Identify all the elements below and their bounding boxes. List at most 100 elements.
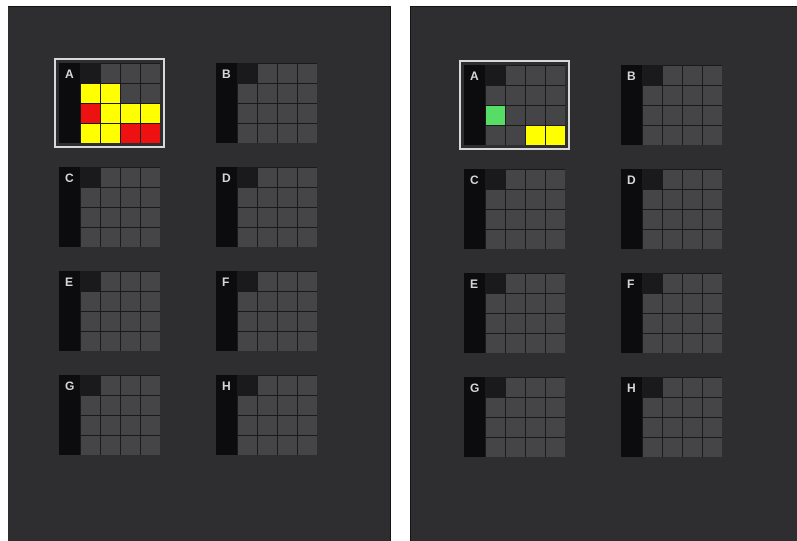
pad-off[interactable]: [101, 228, 120, 247]
pad-off[interactable]: [238, 396, 257, 415]
pad-off[interactable]: [298, 228, 317, 247]
pad-off[interactable]: [258, 332, 277, 351]
pad-off[interactable]: [258, 228, 277, 247]
pad-off[interactable]: [546, 230, 565, 249]
pad-off[interactable]: [298, 272, 317, 291]
pad-off[interactable]: [546, 66, 565, 85]
pad-off[interactable]: [486, 126, 505, 145]
pad-off[interactable]: [506, 294, 525, 313]
pad-off[interactable]: [546, 398, 565, 417]
pad-off[interactable]: [121, 436, 140, 455]
pad-off[interactable]: [526, 314, 545, 333]
pad-off[interactable]: [683, 294, 702, 313]
pad-group-f[interactable]: F: [216, 271, 317, 351]
pad-off[interactable]: [546, 210, 565, 229]
pad-off[interactable]: [683, 378, 702, 397]
pad-group-a[interactable]: A: [54, 58, 165, 148]
pad-yellow[interactable]: [101, 104, 120, 123]
pad-off[interactable]: [298, 124, 317, 143]
pad-off[interactable]: [258, 84, 277, 103]
pad-off[interactable]: [101, 436, 120, 455]
pad-off[interactable]: [81, 188, 100, 207]
pad-off[interactable]: [643, 230, 662, 249]
pad-off[interactable]: [298, 208, 317, 227]
pad-yellow[interactable]: [121, 104, 140, 123]
pad-off[interactable]: [278, 228, 297, 247]
pad-off[interactable]: [526, 86, 545, 105]
pad-off[interactable]: [703, 314, 722, 333]
pad-off[interactable]: [298, 84, 317, 103]
pad-off[interactable]: [703, 66, 722, 85]
pad-yellow[interactable]: [101, 124, 120, 143]
pad-off[interactable]: [703, 378, 722, 397]
pad-off[interactable]: [683, 106, 702, 125]
pad-off[interactable]: [643, 190, 662, 209]
pad-off[interactable]: [101, 312, 120, 331]
pad-off[interactable]: [298, 292, 317, 311]
pad-off[interactable]: [703, 294, 722, 313]
pad-off[interactable]: [278, 188, 297, 207]
pad-off[interactable]: [258, 272, 277, 291]
pad-off[interactable]: [506, 334, 525, 353]
pad-off[interactable]: [258, 104, 277, 123]
pad-off[interactable]: [298, 188, 317, 207]
pad-off[interactable]: [703, 418, 722, 437]
pad-group-b[interactable]: B: [216, 63, 317, 143]
pad-off[interactable]: [121, 84, 140, 103]
pad-off[interactable]: [663, 334, 682, 353]
pad-off[interactable]: [258, 416, 277, 435]
pad-off[interactable]: [278, 416, 297, 435]
pad-off[interactable]: [506, 438, 525, 457]
pad-off[interactable]: [81, 292, 100, 311]
pad-off[interactable]: [81, 396, 100, 415]
pad-off[interactable]: [663, 210, 682, 229]
pad-off[interactable]: [121, 396, 140, 415]
pad-off[interactable]: [703, 106, 722, 125]
pad-off[interactable]: [141, 84, 160, 103]
pad-off[interactable]: [121, 64, 140, 83]
pad-red[interactable]: [141, 124, 160, 143]
pad-off[interactable]: [663, 274, 682, 293]
pad-off[interactable]: [506, 398, 525, 417]
pad-off[interactable]: [278, 124, 297, 143]
pad-off[interactable]: [526, 274, 545, 293]
pad-green[interactable]: [486, 106, 505, 125]
pad-off[interactable]: [121, 332, 140, 351]
pad-off[interactable]: [238, 228, 257, 247]
pad-off[interactable]: [506, 86, 525, 105]
pad-off[interactable]: [486, 334, 505, 353]
pad-off[interactable]: [298, 376, 317, 395]
pad-off[interactable]: [258, 396, 277, 415]
pad-off[interactable]: [703, 230, 722, 249]
pad-off[interactable]: [526, 378, 545, 397]
pad-off[interactable]: [643, 106, 662, 125]
pad-off[interactable]: [683, 86, 702, 105]
pad-off[interactable]: [238, 124, 257, 143]
pad-off[interactable]: [683, 66, 702, 85]
pad-off[interactable]: [238, 416, 257, 435]
pad-off[interactable]: [101, 188, 120, 207]
pad-off[interactable]: [298, 312, 317, 331]
pad-off[interactable]: [526, 230, 545, 249]
pad-off[interactable]: [506, 274, 525, 293]
pad-off[interactable]: [643, 210, 662, 229]
pad-off[interactable]: [663, 66, 682, 85]
pad-off[interactable]: [526, 418, 545, 437]
pad-off[interactable]: [141, 312, 160, 331]
pad-off[interactable]: [238, 188, 257, 207]
pad-off[interactable]: [546, 294, 565, 313]
pad-off[interactable]: [278, 376, 297, 395]
pad-off[interactable]: [546, 274, 565, 293]
pad-off[interactable]: [298, 396, 317, 415]
pad-off[interactable]: [101, 208, 120, 227]
pad-off[interactable]: [643, 314, 662, 333]
pad-off[interactable]: [486, 418, 505, 437]
pad-off[interactable]: [546, 378, 565, 397]
pad-yellow[interactable]: [526, 126, 545, 145]
pad-off[interactable]: [121, 376, 140, 395]
pad-off[interactable]: [258, 188, 277, 207]
pad-off[interactable]: [258, 292, 277, 311]
pad-off[interactable]: [121, 188, 140, 207]
pad-off[interactable]: [546, 190, 565, 209]
pad-off[interactable]: [663, 230, 682, 249]
